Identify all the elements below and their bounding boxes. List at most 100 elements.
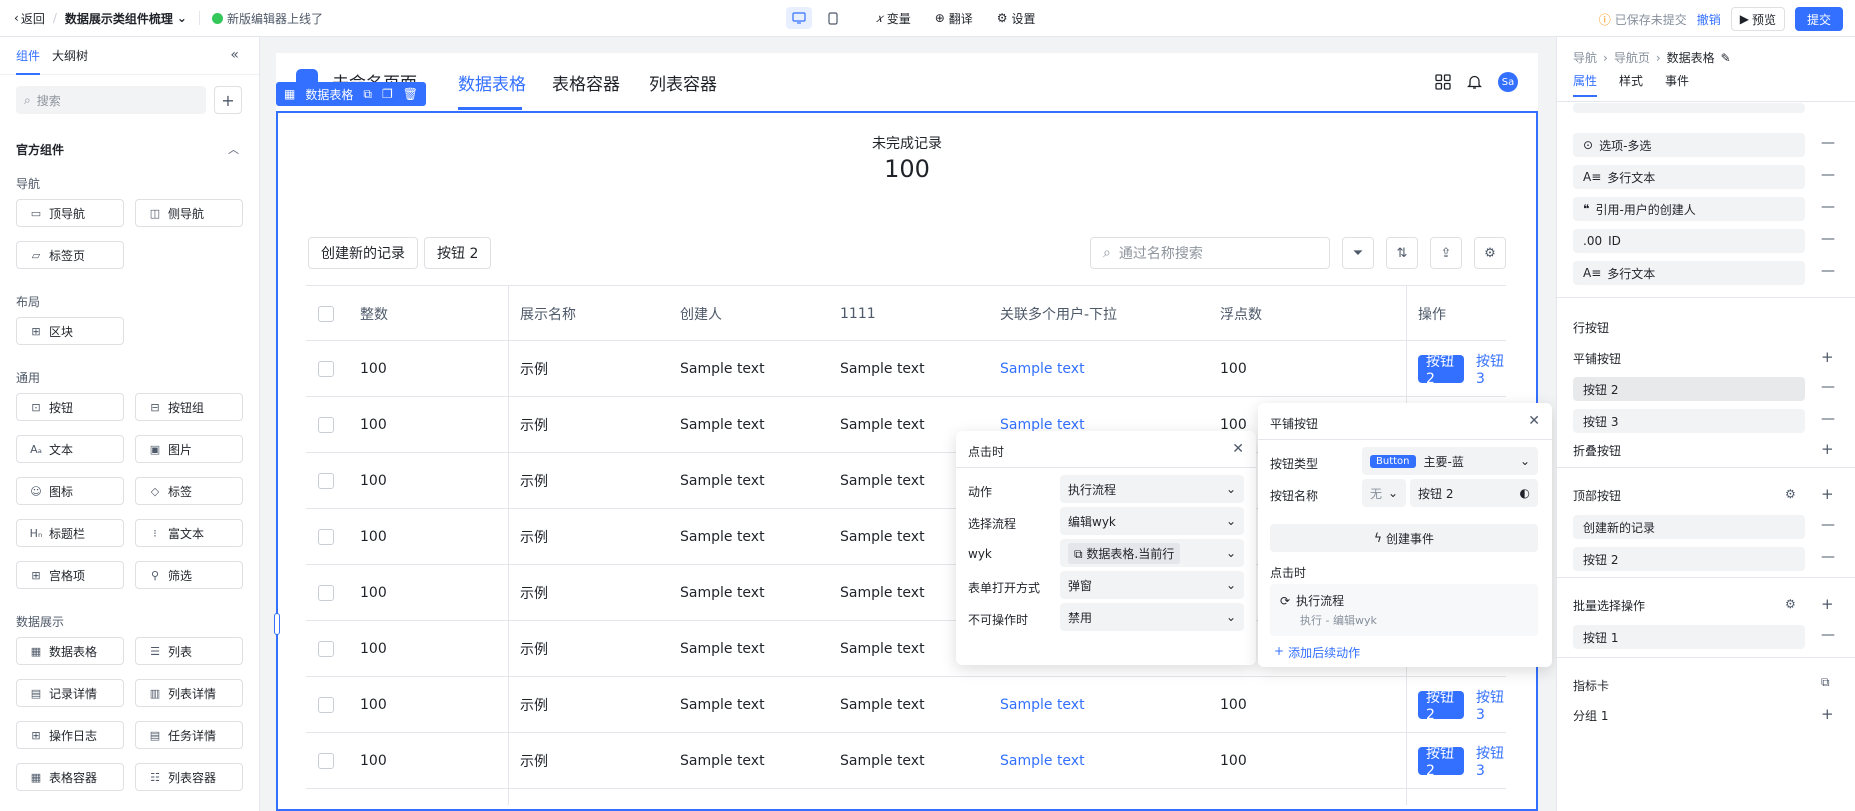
column-header[interactable]: 1111	[840, 286, 876, 342]
new-editor-notice[interactable]: 新版编辑器上线了	[211, 10, 323, 27]
add-icon[interactable]: +	[1821, 595, 1834, 613]
component-image[interactable]: ▣ 图片	[135, 435, 243, 463]
component-op-log[interactable]: ⊞ 操作日志	[16, 721, 124, 749]
field-item[interactable]: .00 ID	[1573, 229, 1805, 253]
action-select[interactable]: 执行流程 ⌄	[1060, 475, 1244, 503]
remove-icon[interactable]: —	[1821, 411, 1835, 427]
component-list[interactable]: ☰ 列表	[135, 637, 243, 665]
row-button-3[interactable]: 按钮 3	[1476, 687, 1506, 723]
field-item[interactable]: ❝ 引用-用户的创建人	[1573, 197, 1805, 221]
component-tag[interactable]: ◇ 标签	[135, 477, 243, 505]
component-record-detail[interactable]: ▤ 记录详情	[16, 679, 124, 707]
event-action-card[interactable]: ⟳ 执行流程 执行 - 编辑wyk	[1270, 584, 1538, 636]
remove-icon[interactable]: —	[1821, 199, 1835, 215]
table-row[interactable]: 100 示例 Sample text Sample text Sample text 10…	[306, 341, 1506, 397]
row-checkbox[interactable]	[318, 361, 334, 377]
submit-button[interactable]: 提交	[1794, 7, 1843, 31]
component-list-detail[interactable]: ▥ 列表详情	[135, 679, 243, 707]
component-button-group[interactable]: ⊟ 按钮组	[135, 393, 243, 421]
component-rich-text[interactable]: ⁝ 富文本	[135, 519, 243, 547]
top-button-item[interactable]: 创建新的记录	[1573, 515, 1805, 539]
variables-button[interactable]: 𝑥 变量	[876, 10, 911, 27]
add-icon[interactable]: +	[1821, 705, 1834, 723]
row-checkbox[interactable]	[318, 529, 334, 545]
table-cell[interactable]: Sample text	[1000, 677, 1085, 733]
component-filter[interactable]: ⚲ 筛选	[135, 561, 243, 589]
apps-grid-icon[interactable]	[1435, 74, 1451, 90]
component-grid-item[interactable]: ⊞ 宫格项	[16, 561, 124, 589]
undo-link[interactable]: 撤销	[1697, 11, 1721, 28]
row-checkbox[interactable]	[318, 753, 334, 769]
component-table-container[interactable]: ▦ 表格容器	[16, 763, 124, 791]
tab-data-table[interactable]: 数据表格	[458, 70, 526, 95]
close-icon[interactable]: ✕	[1528, 413, 1540, 429]
column-header[interactable]: 展示名称	[520, 286, 576, 342]
tab-table-container[interactable]: 表格容器	[552, 70, 620, 95]
row-button-3[interactable]: 按钮 3	[1476, 351, 1506, 387]
bell-icon[interactable]	[1467, 74, 1482, 90]
preview-button[interactable]: ▶ 预览	[1730, 7, 1785, 31]
component-side-nav[interactable]: ◫ 侧导航	[135, 199, 243, 227]
close-icon[interactable]: ✕	[1232, 441, 1244, 457]
button-2[interactable]: 按钮 2	[424, 237, 492, 269]
button-name-input[interactable]: 按钮 2 ◐	[1410, 479, 1538, 507]
row-checkbox[interactable]	[318, 641, 334, 657]
tile-button-item[interactable]: 按钮 3	[1573, 409, 1805, 433]
gear-icon[interactable]: ⚙	[1785, 487, 1796, 501]
table-row[interactable]: 100 示例 Sample text Sample text Sample text 10…	[306, 733, 1506, 789]
export-button[interactable]: ⇪	[1430, 237, 1462, 269]
app-name-dropdown[interactable]: 数据展示类组件梳理 ⌄	[65, 10, 187, 27]
add-component-button[interactable]: +	[214, 86, 242, 114]
component-task-detail[interactable]: ▤ 任务详情	[135, 721, 243, 749]
table-cell[interactable]: Sample text	[1000, 341, 1085, 397]
table-cell[interactable]: Sample text	[1000, 733, 1085, 789]
tab-events[interactable]: 事件	[1665, 72, 1689, 104]
component-list-container[interactable]: ☷ 列表容器	[135, 763, 243, 791]
remove-icon[interactable]: —	[1821, 135, 1835, 151]
create-event-button[interactable]: ϟ 创建事件	[1270, 524, 1538, 552]
component-tab-page[interactable]: ▱ 标签页	[16, 241, 124, 269]
open-mode-select[interactable]: 弹窗 ⌄	[1060, 571, 1244, 599]
button-type-select[interactable]: Button 主要-蓝 ⌄	[1362, 447, 1538, 475]
tile-button-item-selected[interactable]: 按钮 2	[1573, 377, 1805, 401]
filter-button[interactable]: ⏷	[1342, 237, 1374, 269]
copy-icon[interactable]: ⧉	[363, 87, 372, 102]
column-header[interactable]: 创建人	[680, 286, 722, 342]
remove-icon[interactable]: —	[1821, 627, 1835, 643]
mobile-view-button[interactable]	[820, 7, 846, 29]
add-icon[interactable]: +	[1821, 348, 1834, 366]
component-title-bar[interactable]: Hₙ 标题栏	[16, 519, 124, 547]
table-search-input[interactable]: ⌕ 通过名称搜索	[1090, 237, 1330, 269]
tab-components[interactable]: 组件	[16, 47, 41, 75]
column-header[interactable]: 整数	[360, 286, 388, 342]
remove-icon[interactable]: —	[1821, 517, 1835, 533]
table-row[interactable]: 100 示例 Sample text Sample text Sample text 10…	[306, 677, 1506, 733]
batch-button-item[interactable]: 按钮 1	[1573, 625, 1805, 649]
edit-icon[interactable]: ✎	[1721, 51, 1731, 65]
row-checkbox[interactable]	[318, 697, 334, 713]
table-settings-button[interactable]: ⚙	[1474, 237, 1506, 269]
component-search-input[interactable]: ⌕ 搜索	[16, 86, 206, 114]
sort-button[interactable]: ⇅	[1386, 237, 1418, 269]
disabled-mode-select[interactable]: 禁用 ⌄	[1060, 603, 1244, 631]
translate-icon[interactable]: ◐	[1520, 486, 1530, 500]
row-checkbox[interactable]	[318, 417, 334, 433]
component-text[interactable]: Aₐ 文本	[16, 435, 124, 463]
column-header[interactable]: 浮点数	[1220, 286, 1262, 342]
collapse-panel-icon[interactable]: «	[230, 47, 239, 63]
translate-button[interactable]: ⊕ 翻译	[935, 10, 973, 27]
tab-list-container[interactable]: 列表容器	[649, 70, 717, 95]
duplicate-icon[interactable]: ❐	[382, 87, 393, 101]
column-header[interactable]: 关联多个用户-下拉	[1000, 286, 1117, 342]
delete-icon[interactable]: 🗑	[403, 87, 418, 101]
row-checkbox[interactable]	[318, 473, 334, 489]
tab-outline[interactable]: 大纲树	[52, 47, 88, 74]
remove-icon[interactable]: —	[1821, 231, 1835, 247]
avatar[interactable]: Sa	[1498, 72, 1518, 92]
name-prefix-select[interactable]: 无 ⌄	[1362, 479, 1406, 507]
row-checkbox[interactable]	[318, 585, 334, 601]
remove-icon[interactable]: —	[1821, 263, 1835, 279]
field-item[interactable]: ⊙ 选项-多选	[1573, 133, 1805, 157]
component-data-table[interactable]: ▦ 数据表格	[16, 637, 124, 665]
row-button-3[interactable]: 按钮 3	[1476, 743, 1506, 779]
